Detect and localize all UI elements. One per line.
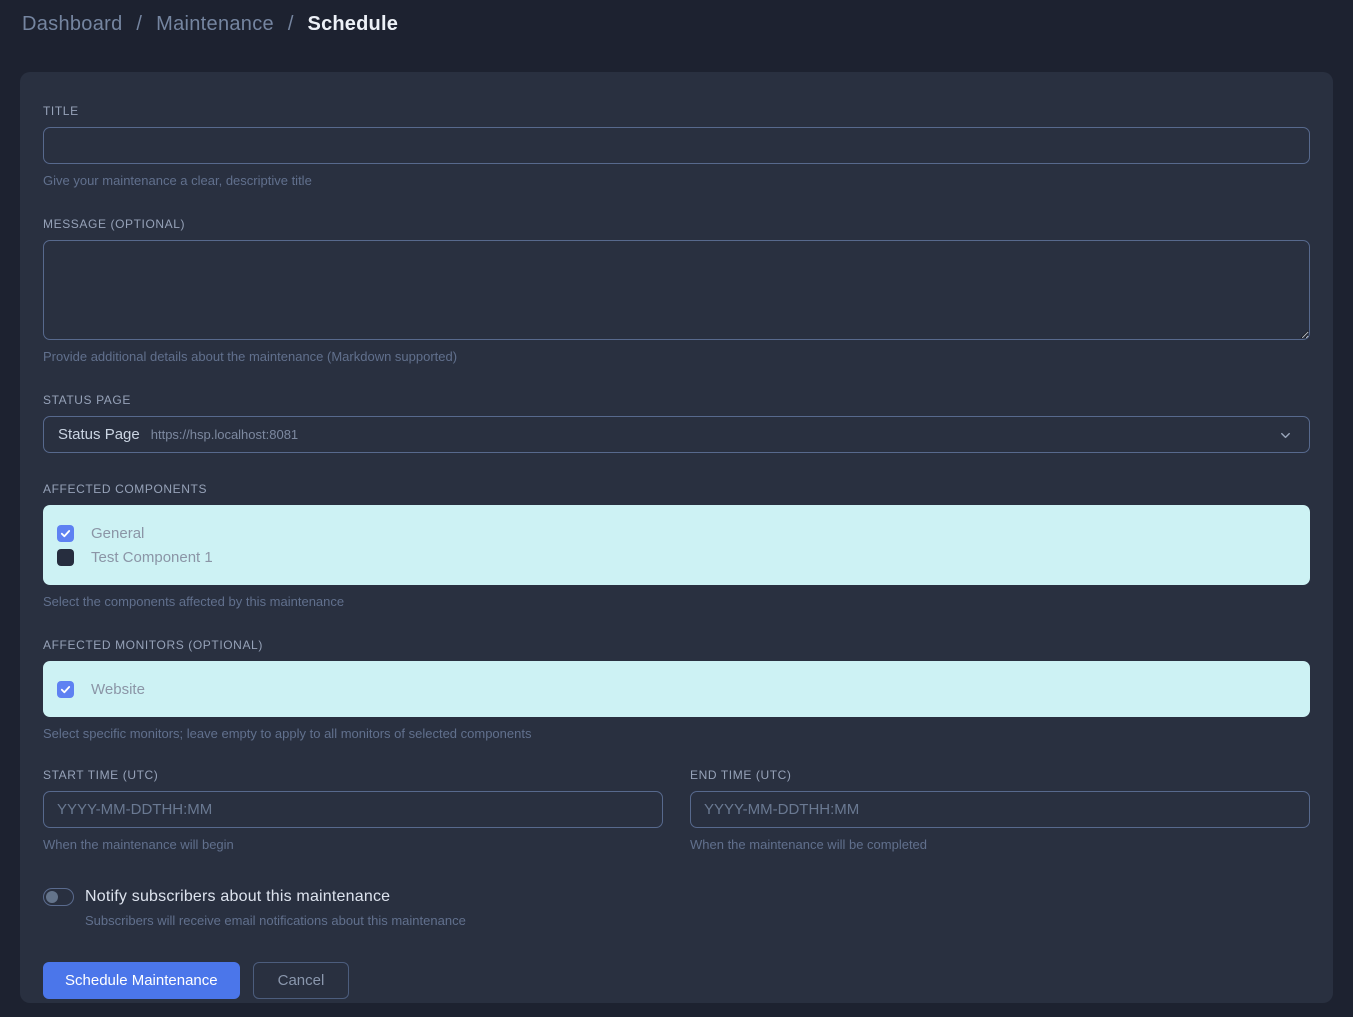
end-time-input[interactable]: [690, 791, 1310, 828]
end-time-helper-text: When the maintenance will be completed: [690, 837, 1310, 852]
affected-components-label: AFFECTED COMPONENTS: [43, 482, 1310, 496]
checkmark-icon: [60, 684, 71, 695]
title-input[interactable]: [43, 127, 1310, 164]
status-page-select[interactable]: Status Page https://hsp.localhost:8081: [43, 416, 1310, 453]
checkbox-website[interactable]: [57, 681, 74, 698]
breadcrumb-separator: /: [288, 13, 294, 35]
affected-monitors-label: AFFECTED MONITORS (OPTIONAL): [43, 638, 1310, 652]
component-option-general[interactable]: General: [57, 521, 1296, 545]
monitor-option-website[interactable]: Website: [57, 677, 1296, 701]
notify-subscribers-label: Notify subscribers about this maintenanc…: [85, 888, 390, 906]
end-time-field-group: END TIME (UTC) When the maintenance will…: [690, 768, 1310, 852]
status-page-selected-name: Status Page: [58, 426, 140, 443]
affected-components-helper-text: Select the components affected by this m…: [43, 594, 1310, 609]
breadcrumb-schedule: Schedule: [308, 13, 399, 35]
schedule-maintenance-button[interactable]: Schedule Maintenance: [43, 962, 240, 999]
title-label: TITLE: [43, 104, 1310, 118]
checkbox-test-component-1[interactable]: [57, 549, 74, 566]
start-time-field-group: START TIME (UTC) When the maintenance wi…: [43, 768, 663, 852]
schedule-maintenance-form-card: TITLE Give your maintenance a clear, des…: [20, 72, 1333, 1003]
start-time-helper-text: When the maintenance will begin: [43, 837, 663, 852]
message-textarea[interactable]: [43, 240, 1310, 340]
toggle-knob: [46, 891, 58, 903]
component-option-label: Test Component 1: [91, 549, 213, 566]
status-page-field-group: STATUS PAGE Status Page https://hsp.loca…: [43, 393, 1310, 453]
component-option-label: General: [91, 525, 144, 542]
checkmark-icon: [60, 528, 71, 539]
title-field-group: TITLE Give your maintenance a clear, des…: [43, 104, 1310, 188]
affected-monitors-field-group: AFFECTED MONITORS (OPTIONAL) Website Sel…: [43, 638, 1310, 741]
top-bar: Dashboard / Maintenance / Schedule: [0, 0, 1353, 72]
start-time-input[interactable]: [43, 791, 663, 828]
end-time-label: END TIME (UTC): [690, 768, 1310, 782]
form-actions: Schedule Maintenance Cancel: [43, 962, 1310, 999]
affected-monitors-listbox: Website: [43, 661, 1310, 717]
affected-monitors-helper-text: Select specific monitors; leave empty to…: [43, 726, 1310, 741]
time-fields-row: START TIME (UTC) When the maintenance wi…: [43, 768, 1310, 852]
status-page-selected-url: https://hsp.localhost:8081: [151, 427, 298, 442]
chevron-down-icon: [1278, 428, 1293, 448]
cancel-button[interactable]: Cancel: [253, 962, 350, 999]
breadcrumb-separator: /: [136, 13, 142, 35]
start-time-label: START TIME (UTC): [43, 768, 663, 782]
title-helper-text: Give your maintenance a clear, descripti…: [43, 173, 1310, 188]
message-helper-text: Provide additional details about the mai…: [43, 349, 1310, 364]
status-page-label: STATUS PAGE: [43, 393, 1310, 407]
breadcrumb-dashboard[interactable]: Dashboard: [22, 13, 123, 35]
breadcrumb-maintenance[interactable]: Maintenance: [156, 13, 274, 35]
notify-subscribers-section: Notify subscribers about this maintenanc…: [43, 888, 1310, 928]
affected-components-field-group: AFFECTED COMPONENTS General Test Compone…: [43, 482, 1310, 609]
message-label: MESSAGE (OPTIONAL): [43, 217, 1310, 231]
message-field-group: MESSAGE (OPTIONAL) Provide additional de…: [43, 217, 1310, 364]
notify-subscribers-helper-text: Subscribers will receive email notificat…: [85, 913, 1310, 928]
component-option-test-component-1[interactable]: Test Component 1: [57, 545, 1296, 569]
affected-components-listbox: General Test Component 1: [43, 505, 1310, 585]
checkbox-general[interactable]: [57, 525, 74, 542]
breadcrumb: Dashboard / Maintenance / Schedule: [22, 13, 1331, 36]
notify-subscribers-toggle[interactable]: [43, 888, 74, 906]
monitor-option-label: Website: [91, 681, 145, 698]
